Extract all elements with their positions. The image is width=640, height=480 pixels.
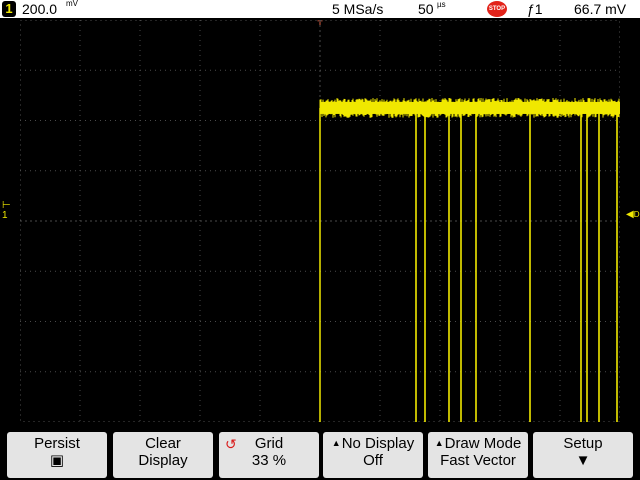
high-level-band-core [320,101,620,114]
trigger-level-arrow-icon: ◀ [626,209,634,220]
trigger-source: ƒ1 [527,1,543,17]
status-bar: 1 200.0 mV 5 MSa/s 50 µs STOP ƒ1 66.7 mV [0,0,640,18]
waveform-plot [20,20,620,422]
clear-display-softkey[interactable]: Clear Display [113,432,213,478]
draw-mode-softkey[interactable]: ▲Draw Mode Fast Vector [428,432,528,478]
trigger-level-marker[interactable]: ◀DC [626,210,640,220]
sample-rate: 5 MSa/s [332,1,384,17]
timebase-value: 50 [418,1,434,17]
no-display-softkey[interactable]: ▲No Display Off [323,432,423,478]
run-stop-icon[interactable]: STOP [487,1,507,17]
setup-softkey[interactable]: Setup ▼ [533,432,633,478]
persist-softkey[interactable]: Persist ▣ [7,432,107,478]
channel-1-ground-marker[interactable]: ⊢ 1 [2,201,11,221]
softkey-bar: Persist ▣ Clear Display ↺ Grid 33 % ▲No … [0,424,640,480]
channel-scale: 200.0 [22,1,58,17]
chevron-down-icon: ▼ [575,452,591,469]
channel-unit: mV [66,0,78,8]
timebase-unit: µs [437,0,446,9]
trigger-level: 66.7 mV [574,1,627,17]
triangle-up-icon: ▲ [434,438,444,448]
waveform-display[interactable] [20,20,620,422]
rising-edge-icon: ƒ [527,1,535,17]
grid-softkey[interactable]: ↺ Grid 33 % [219,432,319,478]
channel-badge[interactable]: 1 [2,1,16,17]
triangle-up-icon: ▲ [331,438,341,448]
channel-1-trace [319,98,620,422]
rotate-knob-icon: ↺ [225,436,237,452]
